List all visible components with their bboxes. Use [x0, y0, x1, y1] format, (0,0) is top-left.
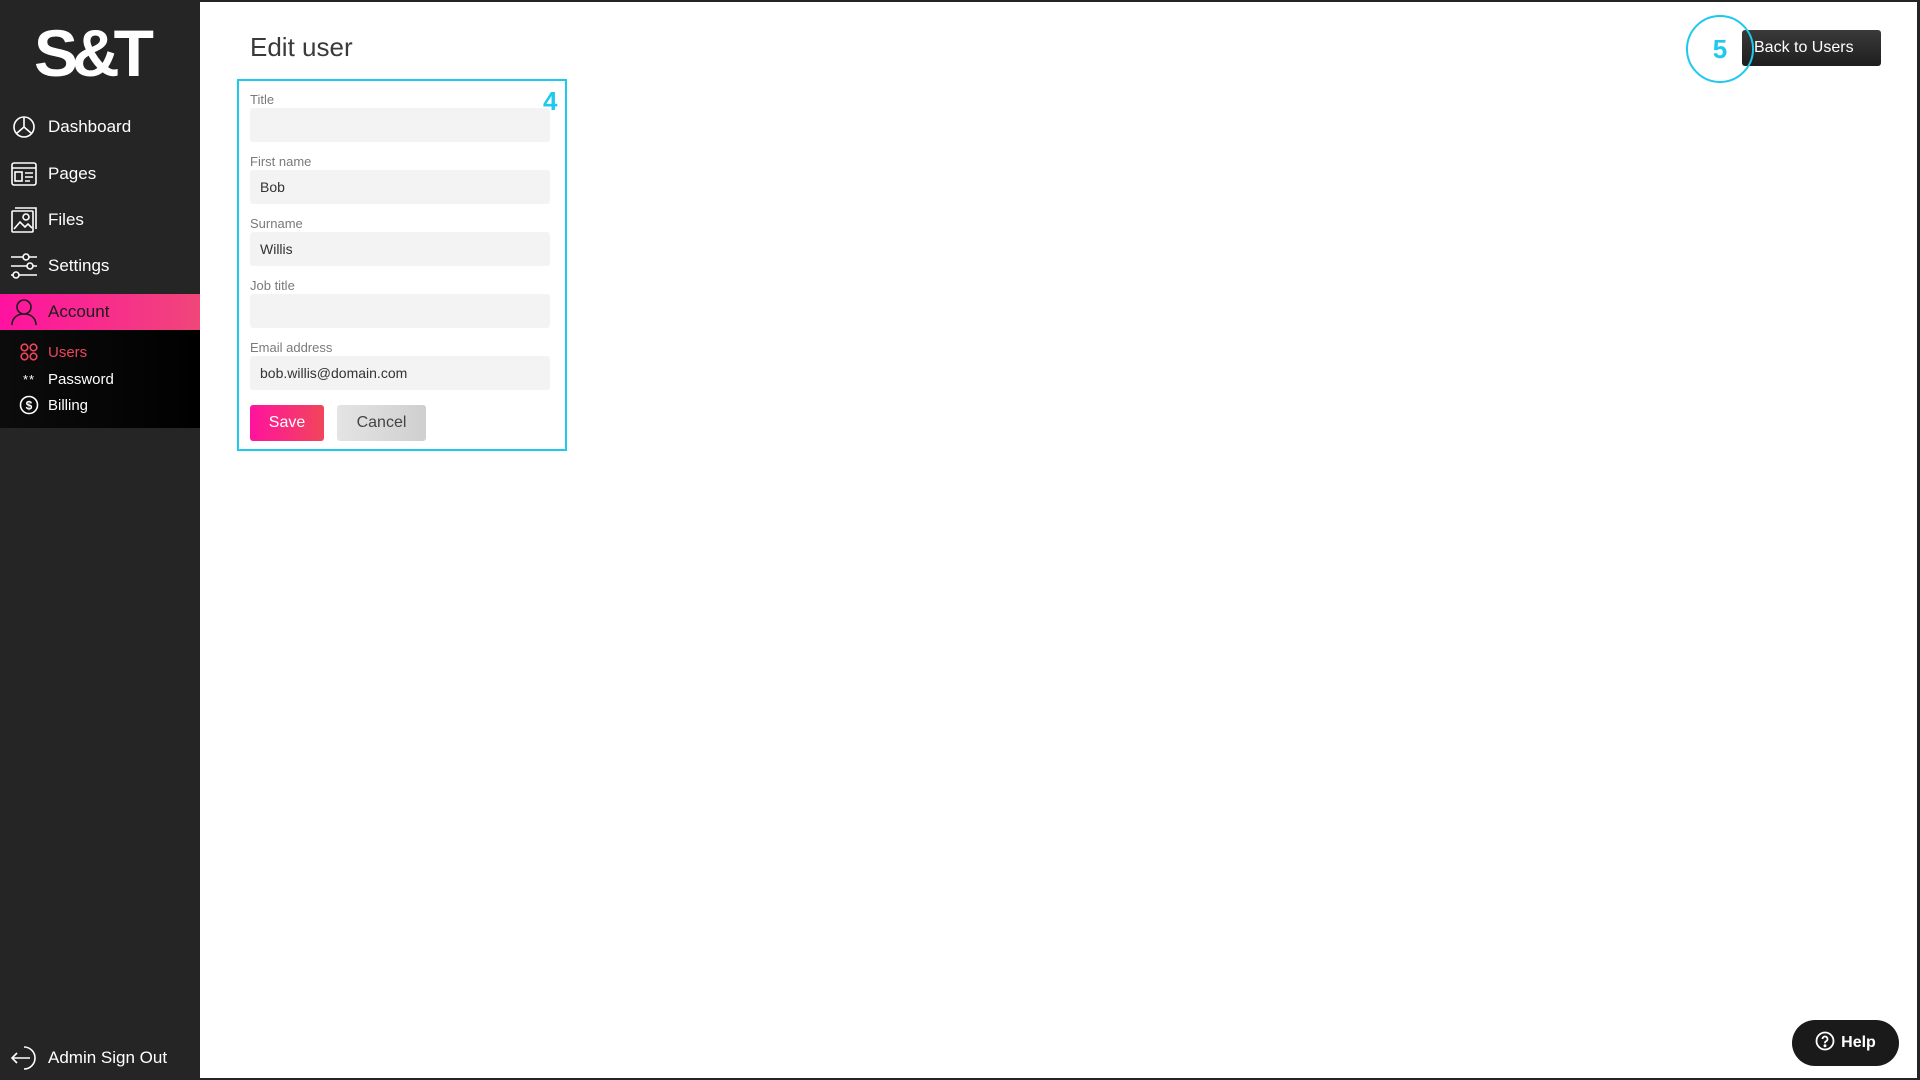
- account-submenu: Users ** Password $ Billing: [0, 330, 200, 428]
- email-input[interactable]: [250, 356, 550, 390]
- save-button[interactable]: Save: [250, 405, 324, 441]
- sidebar-item-account[interactable]: Account: [0, 294, 200, 330]
- back-to-users-button[interactable]: Back to Users: [1742, 30, 1881, 66]
- sidebar-item-label: Dashboard: [48, 117, 132, 136]
- sidebar: S&T Dashboard Pages Files Settings Accou…: [0, 0, 200, 1080]
- sidebar-item-settings[interactable]: Settings: [0, 248, 200, 284]
- annotation-number-back: 5: [1712, 33, 1728, 64]
- brand-logo: S&T: [34, 20, 160, 90]
- title-label: Title: [250, 92, 275, 107]
- sidebar-item-label: Account: [48, 302, 110, 321]
- sidebar-item-label: Settings: [48, 256, 110, 275]
- billing-icon: $: [18, 394, 40, 416]
- sidebar-item-pages[interactable]: Pages: [0, 156, 200, 192]
- submenu-item-password[interactable]: ** Password: [0, 367, 200, 391]
- users-icon: [18, 341, 40, 363]
- submenu-item-label: Billing: [48, 396, 89, 414]
- pages-icon: [9, 159, 39, 189]
- main-content: Edit user 4 Title First name Surname Job…: [200, 2, 1917, 1078]
- svg-text:$: $: [26, 399, 33, 413]
- submenu-item-users[interactable]: Users: [0, 340, 200, 364]
- help-icon: [1815, 1031, 1835, 1056]
- app-frame: S&T Dashboard Pages Files Settings Accou…: [0, 0, 1920, 1080]
- files-icon: [9, 205, 39, 235]
- email-label: Email address: [250, 340, 333, 355]
- page-title: Edit user: [250, 32, 353, 62]
- admin-sign-out-link[interactable]: Admin Sign Out: [0, 1040, 200, 1076]
- surname-input[interactable]: [250, 232, 550, 266]
- title-input[interactable]: [250, 108, 550, 142]
- help-label: Help: [1841, 1034, 1876, 1051]
- dashboard-icon: [9, 112, 39, 142]
- first-name-input[interactable]: [250, 170, 550, 204]
- sign-out-icon: [9, 1043, 39, 1073]
- submenu-item-label: Users: [48, 343, 88, 361]
- svg-text:S&T: S&T: [34, 20, 154, 90]
- account-icon: [9, 297, 39, 327]
- help-button[interactable]: Help: [1792, 1020, 1899, 1066]
- sidebar-item-dashboard[interactable]: Dashboard: [0, 109, 200, 145]
- job-title-label: Job title: [250, 278, 295, 293]
- sign-out-label: Admin Sign Out: [48, 1048, 168, 1067]
- surname-label: Surname: [250, 216, 303, 231]
- submenu-item-billing[interactable]: $ Billing: [0, 393, 200, 417]
- settings-icon: [9, 251, 39, 281]
- cancel-button[interactable]: Cancel: [337, 405, 426, 441]
- password-icon: **: [22, 371, 36, 387]
- sidebar-item-files[interactable]: Files: [0, 202, 200, 238]
- job-title-input[interactable]: [250, 294, 550, 328]
- sidebar-item-label: Files: [48, 210, 84, 229]
- first-name-label: First name: [250, 154, 312, 169]
- sidebar-item-label: Pages: [48, 164, 97, 183]
- submenu-item-label: Password: [48, 370, 114, 388]
